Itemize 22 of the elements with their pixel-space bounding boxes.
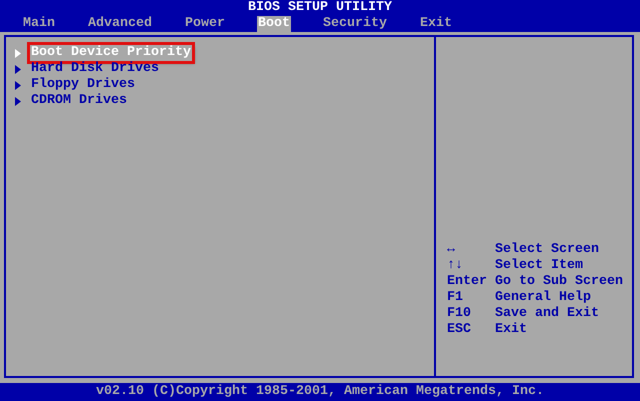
help-key: ↔ bbox=[447, 242, 495, 258]
window-title: BIOS SETUP UTILITY bbox=[247, 0, 393, 15]
help-text: Go to Sub Screen bbox=[495, 274, 624, 290]
status-bar: v02.10 (C)Copyright 1985-2001, American Megatrends, Inc. bbox=[0, 383, 640, 401]
help-text: Save and Exit bbox=[495, 306, 600, 322]
menu-item[interactable]: Floppy Drives bbox=[30, 77, 136, 93]
help-text: Exit bbox=[495, 322, 528, 338]
menu-item[interactable]: CDROM Drives bbox=[30, 93, 128, 109]
help-key: Enter bbox=[447, 274, 495, 290]
help-key: ↑↓ bbox=[447, 258, 495, 274]
help-text: Select Screen bbox=[495, 242, 600, 258]
menu-tab[interactable]: Exit bbox=[419, 16, 453, 32]
help-key: F10 bbox=[447, 306, 495, 322]
menu-item[interactable]: Hard Disk Drives bbox=[30, 61, 160, 77]
help-text: General Help bbox=[495, 290, 592, 306]
help-text: Select Item bbox=[495, 258, 584, 274]
help-key: F1 bbox=[447, 290, 495, 306]
menu-tab[interactable]: Security bbox=[322, 16, 388, 32]
menu-tab[interactable]: Power bbox=[184, 16, 226, 32]
help-key: ESC bbox=[447, 322, 495, 338]
menu-tab[interactable]: Advanced bbox=[87, 16, 153, 32]
menu-tab[interactable]: Main bbox=[22, 16, 56, 32]
